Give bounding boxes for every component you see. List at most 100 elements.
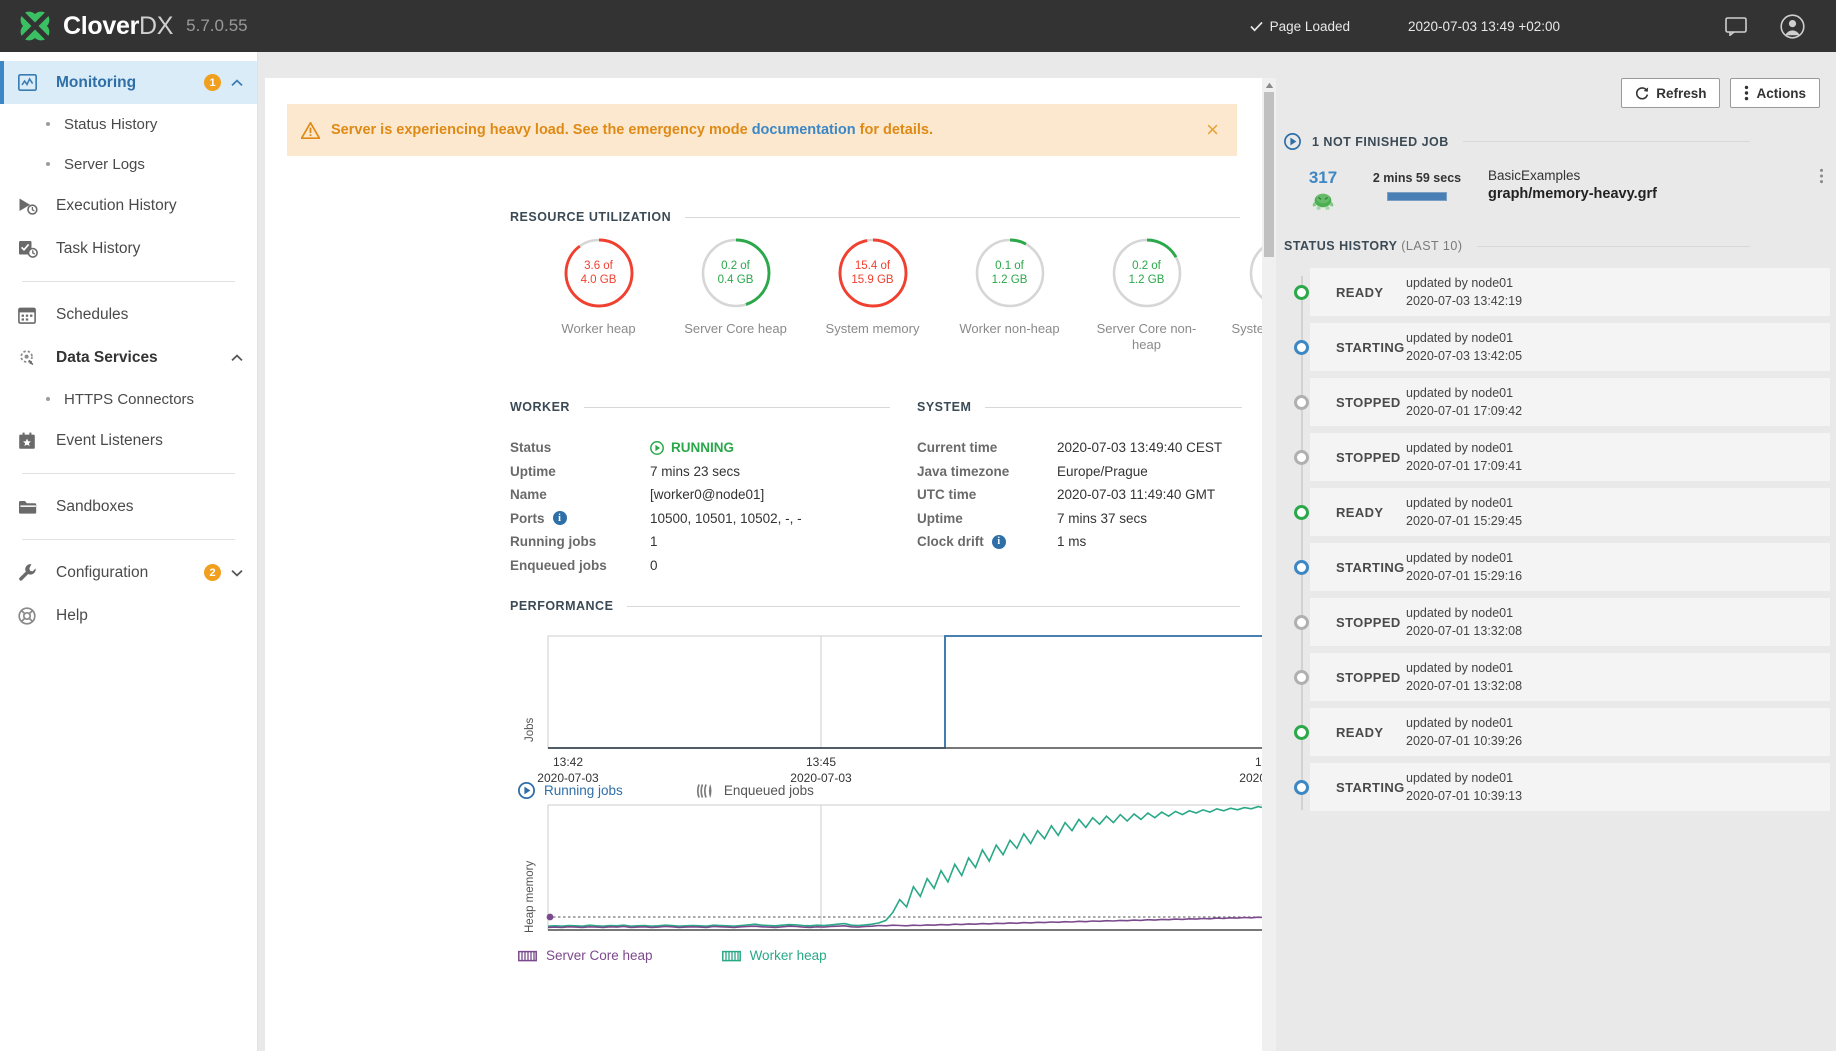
status-history-row[interactable]: STOPPED updated by node01 2020-07-01 17:09… [1284,433,1830,481]
sidebar-item-data-services[interactable]: Data Services [0,336,257,379]
documentation-link[interactable]: documentation [752,122,856,138]
gauge-value: 0.2 of [721,259,750,272]
bullet-icon [46,397,50,401]
gauge-system-memory: 15.4 of 15.9 GB System memory [804,236,941,352]
job-sandbox: BasicExamples [1488,168,1581,183]
detail-row: UTC time 2020-07-03 11:49:40 GMT [917,483,1247,507]
data-services-icon [18,348,42,367]
job-menu-icon[interactable] [1819,168,1830,189]
content-area: Server is experiencing heavy load. See t… [258,52,1836,1051]
sidebar-item-label: Schedules [56,305,129,323]
refresh-label: Refresh [1656,85,1707,101]
detail-value: 2020-07-03 11:49:40 GMT [1057,487,1216,503]
not-finished-job-header: 1 NOT FINISHED JOB [1284,133,1750,150]
gauge-caption: Worker non-heap [959,321,1060,336]
detail-row: Status RUNNING [510,436,900,460]
legend-label: Server Core heap [546,948,653,963]
status-dot-icon [1294,724,1309,740]
gauge-unit: 1.2 GB [1128,274,1165,286]
status-label: STOPPED [1336,394,1401,410]
folder-icon [18,499,42,515]
status-meta: updated by node01 2020-07-01 10:39:26 [1406,715,1523,748]
status-history-row[interactable]: STOPPED updated by node01 2020-07-01 17:09… [1284,378,1830,426]
legend-server-core-heap[interactable]: Server Core heap [518,948,653,963]
chevron-up-icon[interactable] [231,78,243,87]
refresh-button[interactable]: Refresh [1621,78,1721,108]
actions-button[interactable]: Actions [1730,78,1820,108]
detail-key: Clock drift i [917,534,1057,549]
status-history-row[interactable]: STOPPED updated by node01 2020-07-01 13:32… [1284,598,1830,646]
memory-icon [518,950,537,961]
sidebar-item-status-history[interactable]: Status History [0,104,257,144]
wrench-icon [18,563,42,582]
resource-utilization-header: RESOURCE UTILIZATION [510,210,1240,224]
page-loaded-label: Page Loaded [1269,18,1350,34]
cloverdx-logo-icon [18,9,52,43]
gauge-server-core-non-heap: 0.2 of 1.2 GB Server Core non-heap [1078,236,1215,352]
gauge-ring: 3.6 of 4.0 GB [562,236,636,310]
warning-icon [301,121,320,139]
main-scrollbar[interactable] [1262,78,1276,1051]
status-dot-icon [1294,449,1309,465]
sidebar-item-monitoring[interactable]: Monitoring 1 [0,61,257,104]
info-icon[interactable]: i [552,511,567,526]
status-history-row[interactable]: STARTING updated by node01 2020-07-01 15:2… [1284,543,1830,591]
brand-primary: Clover [63,11,140,40]
event-listeners-icon [18,432,42,450]
sidebar-divider [22,473,235,474]
info-icon[interactable]: i [991,534,1006,549]
alert-close-icon[interactable]: × [1206,119,1223,141]
detail-value: 10500, 10501, 10502, -, - [650,510,802,526]
brand[interactable]: CloverDX 5.7.0.55 [0,9,258,43]
status-meta: updated by node01 2020-07-03 13:42:05 [1406,330,1523,363]
execution-history-icon [18,197,42,215]
status-history-row[interactable]: STARTING updated by node01 2020-07-01 10:3… [1284,763,1830,811]
sidebar-item-execution-history[interactable]: Execution History [0,184,257,227]
sidebar-item-event-listeners[interactable]: Event Listeners [0,419,257,462]
gauge-caption: System memory [825,321,920,336]
play-circle-icon [1284,133,1301,150]
chevron-up-icon[interactable] [231,353,243,362]
detail-row: Uptime 7 mins 37 secs [917,507,1247,531]
chevron-down-icon[interactable] [231,569,243,577]
sidebar-item-help[interactable]: Help [0,594,257,637]
sidebar-item-configuration[interactable]: Configuration 2 [0,551,257,594]
jobs-chart-legend: Running jobs Enqueued jobs [518,782,814,799]
status-history-header: STATUS HISTORY (LAST 10) [1284,239,1750,253]
status-history-row[interactable]: READY updated by node01 2020-07-03 13:42:1… [1284,268,1830,316]
calendar-icon [18,306,42,324]
gauge-caption: System disk swap [1231,321,1262,336]
sidebar-item-schedules[interactable]: Schedules [0,293,257,336]
not-finished-job-row[interactable]: 317 2 mins 59 secs BasicExamples graph/m… [1284,168,1830,217]
legend-running-jobs[interactable]: Running jobs [518,782,623,799]
jobs-chart: Jobs 1 jobs 0 jobs 13:422020-07-03 13:45… [510,630,1262,799]
sidebar-item-https-connectors[interactable]: HTTPS Connectors [0,379,257,419]
user-account-icon[interactable] [1764,0,1820,52]
gauge-ring: 0.2 of 0.4 GB [699,236,773,310]
status-history-row[interactable]: READY updated by node01 2020-07-01 15:29:4… [1284,488,1830,536]
detail-key: Enqueued jobs [510,557,607,573]
job-path: graph/memory-heavy.grf [1488,186,1657,202]
bullet-icon [46,162,50,166]
sidebar-item-sandboxes[interactable]: Sandboxes [0,485,257,528]
status-meta: updated by node01 2020-07-01 13:32:08 [1406,605,1523,638]
status-history-row[interactable]: READY updated by node01 2020-07-01 10:39:2… [1284,708,1830,756]
sidebar-item-task-history[interactable]: Task History [0,227,257,270]
scrollbar-thumb[interactable] [1264,92,1274,257]
detail-value: RUNNING [650,440,734,455]
detail-row: Clock drift i 1 ms [917,530,1247,554]
brand-name: CloverDX [63,12,173,41]
jobs-xtick-2: 13:492020-07-03 [1239,755,1262,786]
legend-enqueued-jobs[interactable]: Enqueued jobs [696,783,814,799]
status-history-row[interactable]: STARTING updated by node01 2020-07-03 13:4… [1284,323,1830,371]
status-label: STARTING [1336,339,1405,355]
section-title: RESOURCE UTILIZATION [510,210,672,224]
scroll-up-icon[interactable] [1262,78,1276,92]
sidebar-item-server-logs[interactable]: Server Logs [0,144,257,184]
job-duration-cell: 2 mins 59 secs [1362,168,1472,201]
legend-worker-heap[interactable]: Worker heap [721,948,827,963]
gauge-unit: 15.9 GB [851,274,894,286]
status-history-row[interactable]: STOPPED updated by node01 2020-07-01 13:32… [1284,653,1830,701]
timestamp-label: 2020-07-03 13:49 +02:00 [1407,18,1560,34]
messages-icon[interactable] [1708,0,1764,52]
